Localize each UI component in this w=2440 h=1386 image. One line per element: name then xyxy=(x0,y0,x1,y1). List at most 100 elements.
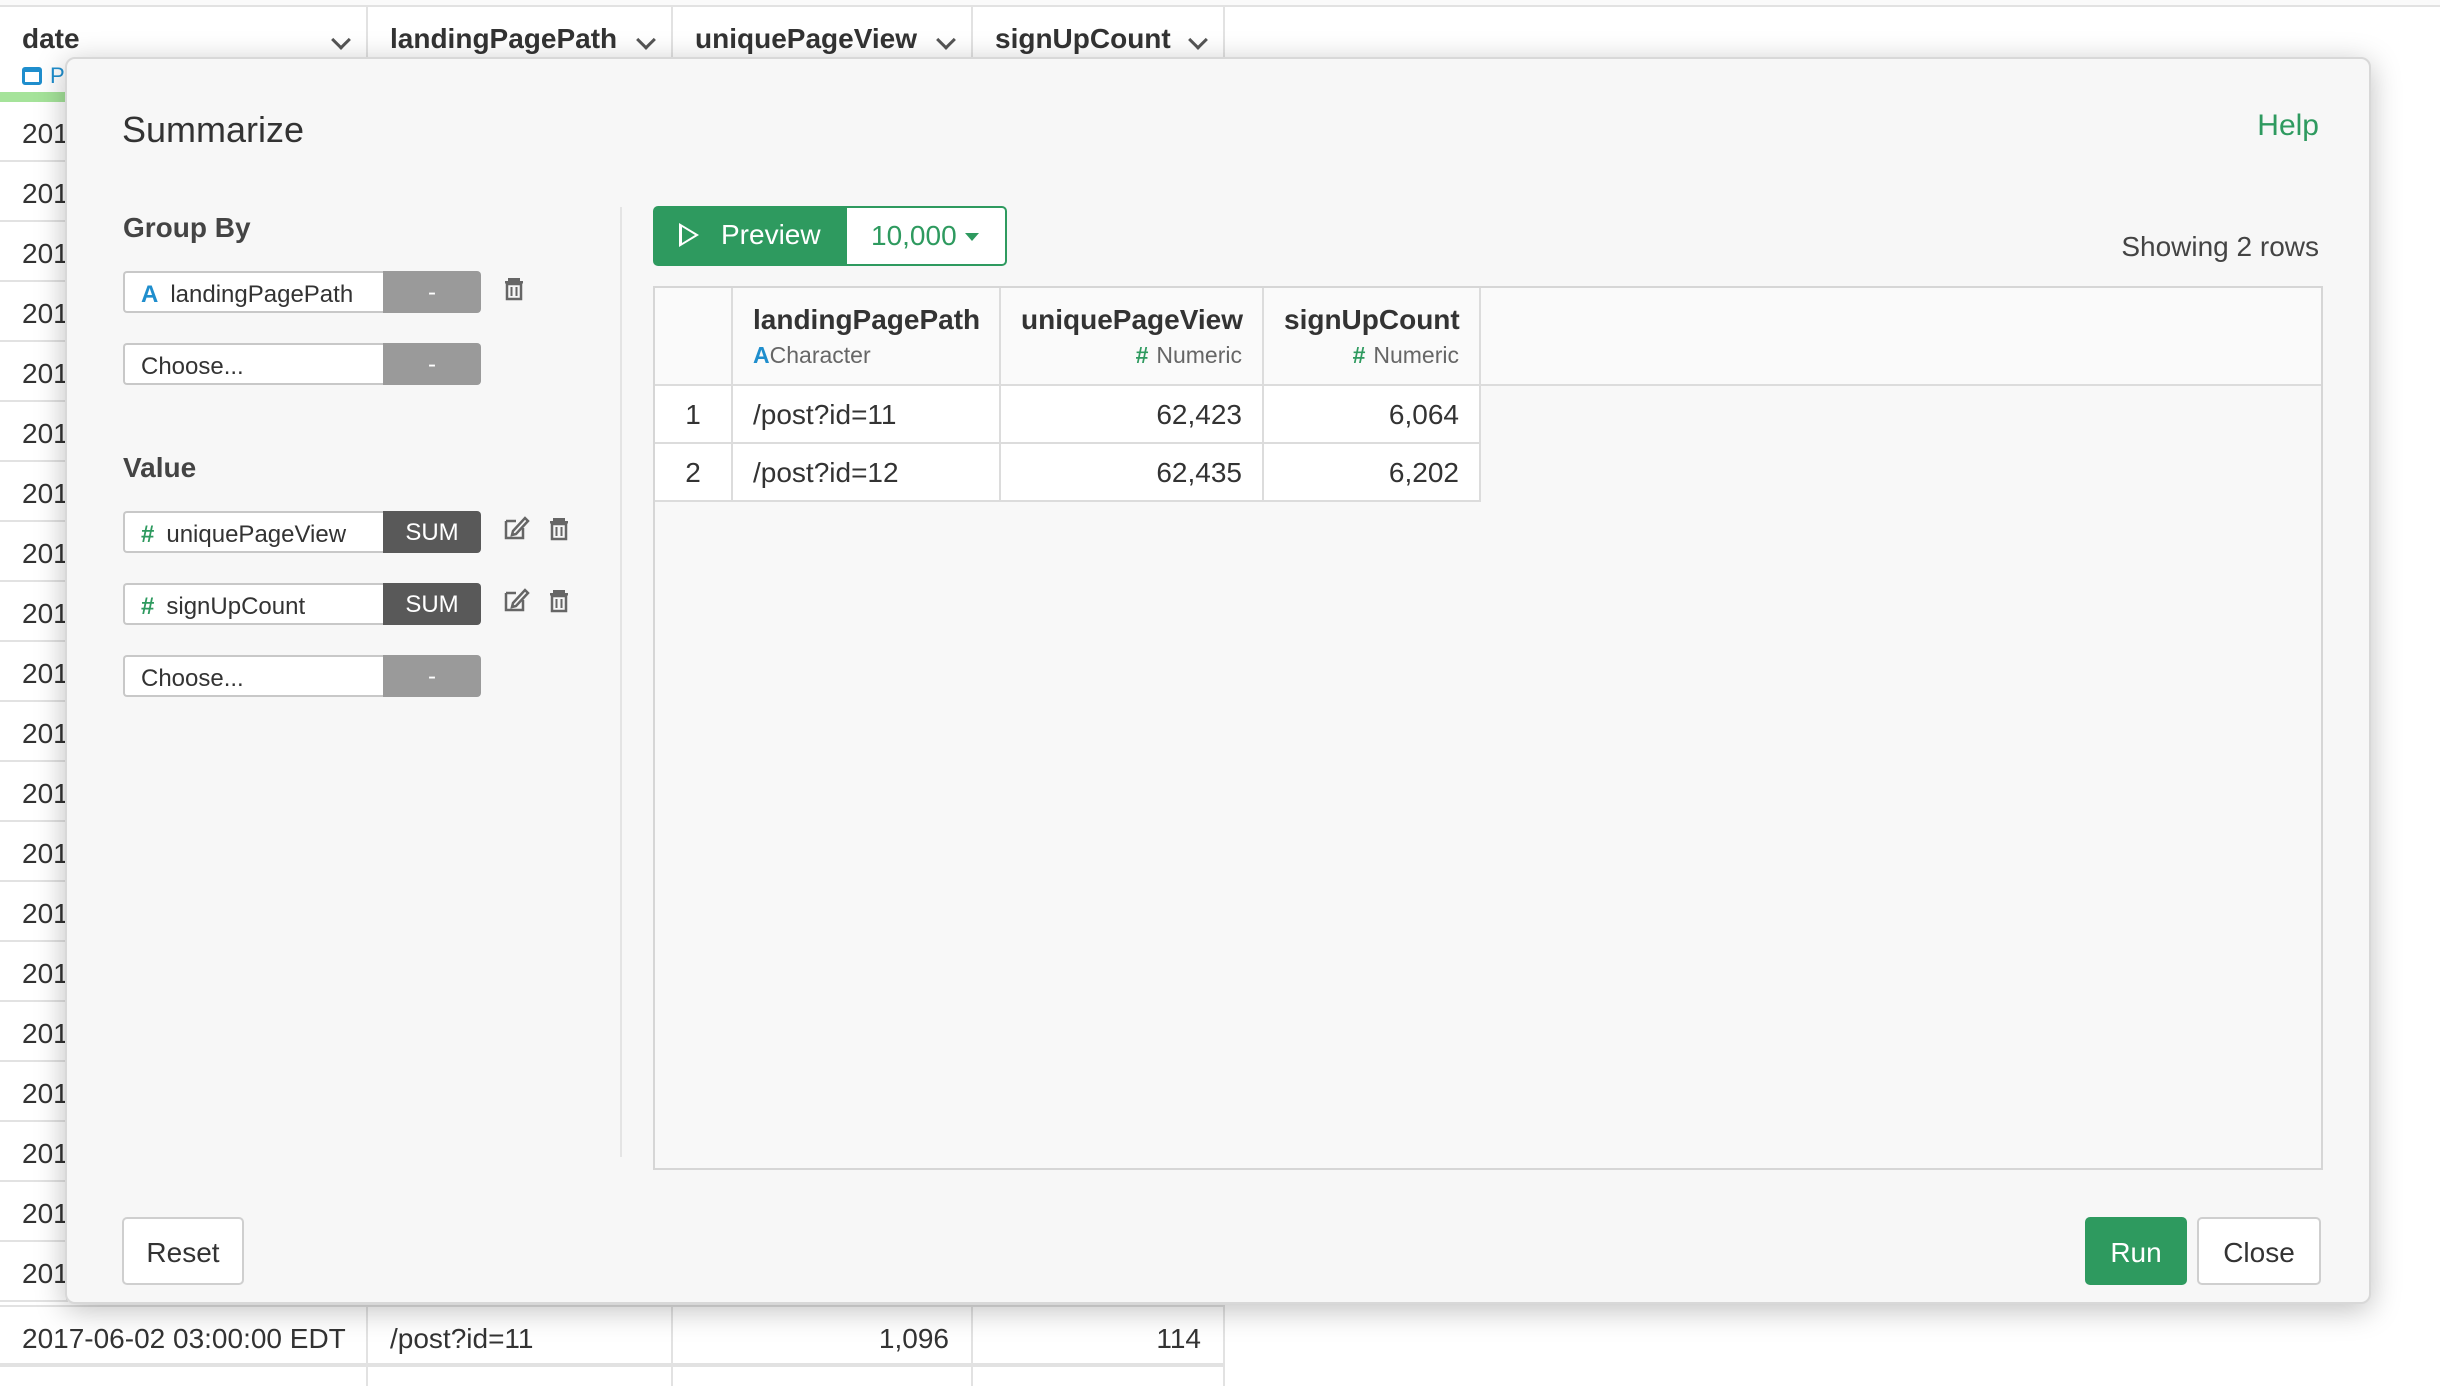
group-by-label: Group By xyxy=(123,212,251,243)
column-name: uniquePageView xyxy=(1021,304,1243,335)
trash-icon[interactable] xyxy=(544,585,574,615)
column-select[interactable]: Choose... xyxy=(123,343,383,385)
edit-icon[interactable] xyxy=(501,585,531,615)
grid-row-stub: 201 xyxy=(0,702,68,762)
row-count-status: Showing 2 rows xyxy=(2121,231,2319,262)
grid-row-stub: 201 xyxy=(0,522,68,582)
preview-rows-dropdown[interactable]: 10,000 xyxy=(847,206,1007,266)
chevron-down-icon[interactable] xyxy=(1188,30,1208,50)
cell-signupcount: 6,202 xyxy=(1264,444,1481,500)
grid-row-stub: 201 xyxy=(0,762,68,822)
column-select[interactable]: Choose... xyxy=(123,655,383,697)
function-select[interactable]: - xyxy=(383,655,481,697)
function-select[interactable]: SUM xyxy=(383,583,481,625)
numeric-type-icon: # xyxy=(141,521,155,548)
caret-down-icon xyxy=(964,233,979,241)
grid-header-label: uniquePageView xyxy=(695,23,917,54)
result-header-uniquepageview[interactable]: uniquePageView # Numeric xyxy=(1001,288,1264,384)
grid-header-label: date xyxy=(22,23,80,54)
cell-uniquepageview: 62,423 xyxy=(1001,386,1264,442)
grid-row-stub: 201 xyxy=(0,882,68,942)
chevron-down-icon[interactable] xyxy=(636,30,656,50)
grid-row-stub: 201 xyxy=(0,1182,68,1242)
cell-landingpagepath xyxy=(368,1367,673,1386)
column-select[interactable]: AlandingPagePath xyxy=(123,271,383,313)
result-header-signupcount[interactable]: signUpCount # Numeric xyxy=(1264,288,1481,384)
cell-uniquepageview: 62,435 xyxy=(1001,444,1264,500)
table-row[interactable] xyxy=(0,1365,1225,1386)
chevron-down-icon[interactable] xyxy=(331,30,351,50)
row-index: 1 xyxy=(655,386,733,442)
cell-uniquepageview xyxy=(673,1367,973,1386)
chevron-down-icon[interactable] xyxy=(936,30,956,50)
grid-row-stub: 201 xyxy=(0,1062,68,1122)
result-header-row: landingPagePath ACharacter uniquePageVie… xyxy=(655,288,2321,386)
function-select[interactable]: SUM xyxy=(383,511,481,553)
grid-row-stub: 201 xyxy=(0,1242,68,1302)
help-link[interactable]: Help xyxy=(2257,109,2319,143)
grid-row-stub: 201 xyxy=(0,102,68,162)
group-by-field-1: AlandingPagePath - xyxy=(123,271,481,313)
column-type: # Numeric xyxy=(1135,342,1242,368)
edit-icon[interactable] xyxy=(501,513,531,543)
column-select[interactable]: # uniquePageView xyxy=(123,511,383,553)
dialog-title: Summarize xyxy=(122,109,305,150)
value-field-3: Choose... - xyxy=(123,655,481,697)
function-select[interactable]: - xyxy=(383,271,481,313)
grid-row-stub: 201 xyxy=(0,942,68,1002)
preview-result-table: landingPagePath ACharacter uniquePageVie… xyxy=(653,286,2323,1170)
table-row[interactable]: 2017-06-02 03:00:00 EDT /post?id=11 1,09… xyxy=(0,1305,1225,1365)
column-name: landingPagePath xyxy=(753,304,981,335)
grid-row-stub: 201 xyxy=(0,222,68,282)
value-field-2: # signUpCount SUM xyxy=(123,583,481,625)
value-label: Value xyxy=(123,452,197,483)
reset-button[interactable]: Reset xyxy=(122,1217,244,1285)
grid-row-stub: 201 xyxy=(0,162,68,222)
group-by-field-2: Choose... - xyxy=(123,343,481,385)
table-row[interactable]: 2 /post?id=12 62,435 6,202 xyxy=(655,444,1481,502)
grid-row-stub: 201 xyxy=(0,582,68,642)
cell-landingpagepath: /post?id=12 xyxy=(733,444,1001,500)
cell-signupcount xyxy=(973,1367,1225,1386)
grid-row-stub: 201 xyxy=(0,822,68,882)
character-type-icon: A xyxy=(141,281,159,308)
preview-button-group: Preview 10,000 xyxy=(653,206,1007,266)
grid-header-label: signUpCount xyxy=(995,23,1171,54)
grid-row-stub: 201 xyxy=(0,642,68,702)
cell-landingpagepath: /post?id=11 xyxy=(368,1307,673,1363)
preview-button[interactable]: Preview xyxy=(653,206,847,266)
grid-row-stub: 201 xyxy=(0,402,68,462)
grid-row-stub: 201 xyxy=(0,282,68,342)
grid-row-stub: 201 xyxy=(0,1002,68,1062)
cell-date: 2017-06-02 03:00:00 EDT xyxy=(0,1307,368,1363)
function-select[interactable]: - xyxy=(383,343,481,385)
date-type-indicator: P xyxy=(22,63,65,89)
grid-row-stub: 201 xyxy=(0,1122,68,1182)
cell-landingpagepath: /post?id=11 xyxy=(733,386,1001,442)
table-row[interactable]: 1 /post?id=11 62,423 6,064 xyxy=(655,386,1481,444)
trash-icon[interactable] xyxy=(499,273,529,303)
numeric-type-icon: # xyxy=(141,593,155,620)
grid-row-stub: 201 xyxy=(0,462,68,522)
panel-divider xyxy=(620,207,622,1157)
grid-row-stubs: 201 201 201 201 201 201 201 201 201 201 201 201 201 2… xyxy=(0,102,68,1302)
numeric-type-icon: # xyxy=(1135,342,1149,368)
grid-row-stub: 201 xyxy=(0,342,68,402)
play-icon xyxy=(679,223,699,247)
numeric-type-icon: # xyxy=(1352,342,1366,368)
run-button[interactable]: Run xyxy=(2085,1217,2187,1285)
summarize-dialog: Summarize Help Group By AlandingPagePath… xyxy=(65,57,2371,1304)
column-select[interactable]: # signUpCount xyxy=(123,583,383,625)
grid-top-bar xyxy=(0,0,2440,7)
column-type: # Numeric xyxy=(1352,342,1459,368)
cell-signupcount: 114 xyxy=(973,1307,1225,1363)
character-type-icon: A xyxy=(753,342,770,368)
result-header-landingpagepath[interactable]: landingPagePath ACharacter xyxy=(733,288,1001,384)
result-index-header xyxy=(655,288,733,384)
column-type: ACharacter xyxy=(753,342,871,368)
close-button[interactable]: Close xyxy=(2197,1217,2321,1285)
grid-header-label: landingPagePath xyxy=(390,23,618,54)
cell-signupcount: 6,064 xyxy=(1264,386,1481,442)
value-field-1: # uniquePageView SUM xyxy=(123,511,481,553)
trash-icon[interactable] xyxy=(544,513,574,543)
